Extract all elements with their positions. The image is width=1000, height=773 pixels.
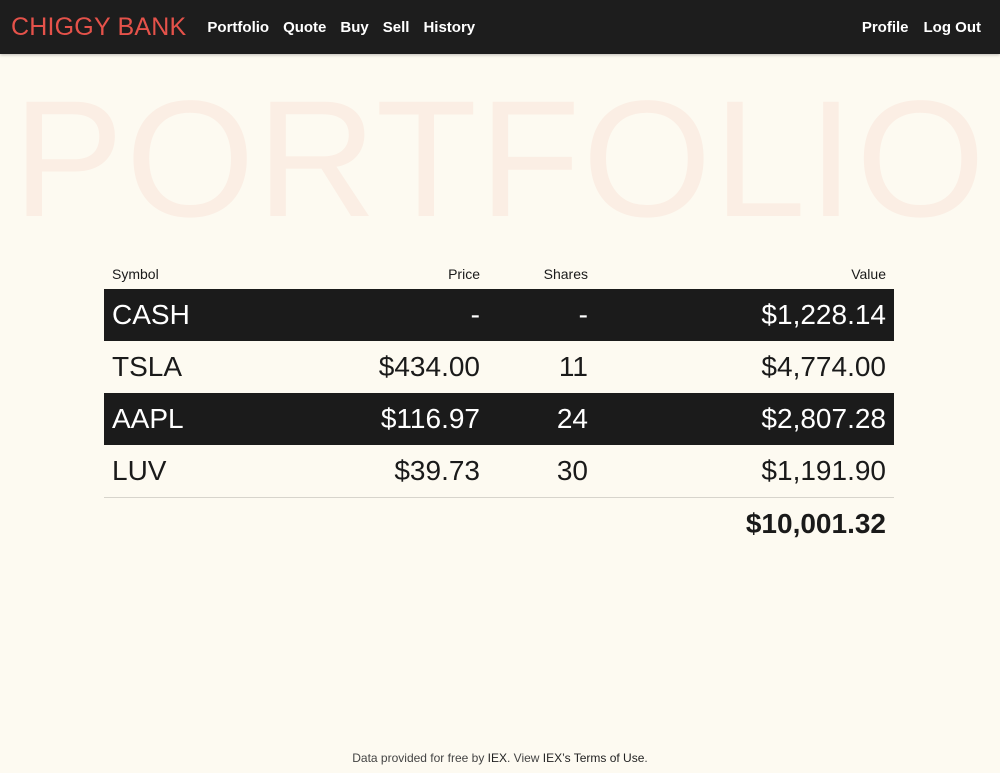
navbar: CHIGGY BANK Portfolio Quote Buy Sell His… bbox=[0, 0, 1000, 54]
cell-symbol: AAPL bbox=[104, 393, 264, 445]
nav-links: Portfolio Quote Buy Sell History bbox=[207, 19, 489, 36]
cell-symbol: CASH bbox=[104, 289, 264, 341]
page-title-watermark: PORTFOLIO bbox=[12, 80, 988, 240]
cell-price: $434.00 bbox=[378, 351, 480, 382]
column-header-price: Price bbox=[448, 265, 480, 282]
nav-link-logout[interactable]: Log Out bbox=[924, 19, 981, 36]
column-header-symbol: Symbol bbox=[112, 265, 159, 282]
portfolio-table: Symbol Price Shares Value CASH - - $1,22… bbox=[104, 258, 894, 550]
iex-terms-link[interactable]: IEX’s Terms of Use bbox=[543, 751, 645, 765]
cell-price: $39.73 bbox=[394, 454, 480, 486]
cell-value: $4,774.00 bbox=[761, 351, 886, 382]
footer-middle: . View bbox=[507, 751, 543, 765]
footer-prefix: Data provided for free by bbox=[352, 751, 488, 765]
cell-symbol: LUV bbox=[112, 454, 167, 486]
cell-price: - bbox=[264, 289, 488, 341]
cell-value: $2,807.28 bbox=[596, 393, 894, 445]
cell-price: $116.97 bbox=[264, 393, 488, 445]
iex-link[interactable]: IEX bbox=[488, 751, 507, 765]
nav-link-sell[interactable]: Sell bbox=[383, 19, 410, 36]
cell-value: $1,228.14 bbox=[596, 289, 894, 341]
nav-link-buy[interactable]: Buy bbox=[340, 19, 368, 36]
footer-attribution: Data provided for free by IEX. View IEX’… bbox=[0, 751, 1000, 765]
nav-link-quote[interactable]: Quote bbox=[283, 19, 326, 36]
table-row: AAPL $116.97 24 $2,807.28 bbox=[104, 393, 894, 445]
table-total-row: $10,001.32 bbox=[104, 496, 894, 550]
footer-suffix: . bbox=[644, 751, 648, 765]
column-header-value: Value bbox=[851, 265, 886, 282]
cell-shares: 24 bbox=[488, 393, 596, 445]
table-row: TSLA $434.00 11 $4,774.00 bbox=[104, 341, 894, 393]
nav-user-links: Profile Log Out bbox=[847, 19, 981, 36]
cell-symbol: TSLA bbox=[112, 351, 183, 382]
cell-shares: 30 bbox=[556, 454, 588, 486]
nav-link-portfolio[interactable]: Portfolio bbox=[207, 19, 269, 36]
cell-shares: - bbox=[488, 289, 596, 341]
cell-shares: 11 bbox=[558, 351, 588, 382]
nav-link-profile[interactable]: Profile bbox=[862, 19, 909, 36]
column-header-shares: Shares bbox=[543, 265, 588, 282]
table-row: CASH - - $1,228.14 bbox=[104, 289, 894, 341]
nav-link-history[interactable]: History bbox=[423, 19, 475, 36]
cell-value: $1,191.90 bbox=[761, 454, 886, 486]
portfolio-total-value: $10,001.32 bbox=[596, 496, 894, 550]
table-row: LUV $39.73 30 $1,191.90 bbox=[104, 445, 894, 497]
brand-logo-link[interactable]: CHIGGY BANK bbox=[11, 13, 186, 42]
table-header-row: Symbol Price Shares Value bbox=[104, 258, 894, 289]
